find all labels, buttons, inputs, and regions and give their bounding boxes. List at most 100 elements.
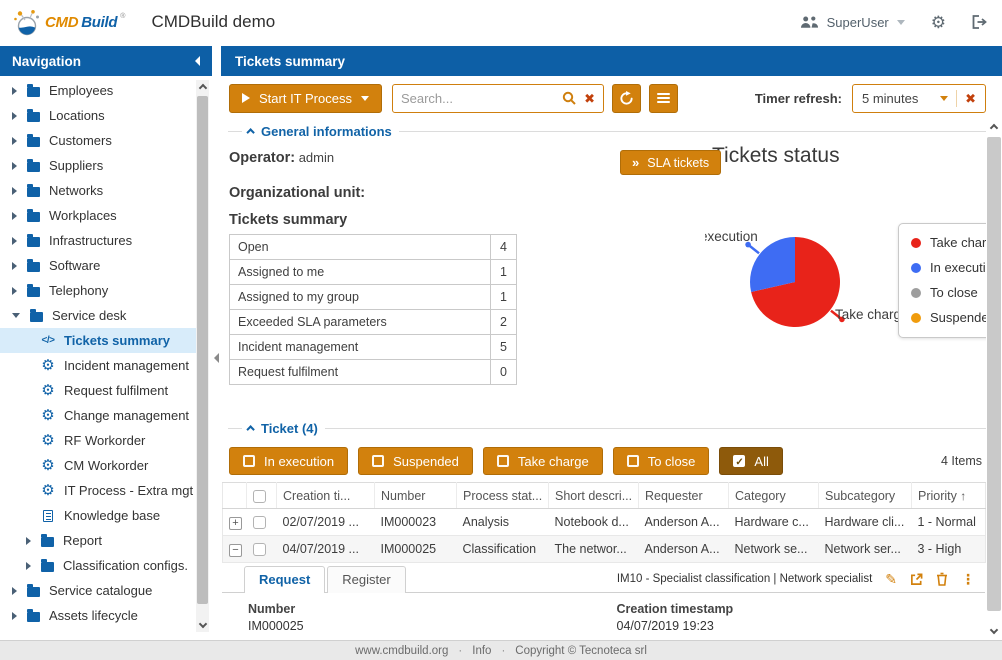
operator-value: admin xyxy=(299,150,334,165)
sidebar-item-request-fulfilment[interactable]: ⚙Request fulfilment xyxy=(0,378,196,403)
summary-row-open[interactable]: Open4 xyxy=(230,235,517,260)
start-process-button[interactable]: Start IT Process xyxy=(229,84,382,113)
sidebar-item-tickets-summary[interactable]: </>Tickets summary xyxy=(0,328,196,353)
summary-row-request-fulfilment[interactable]: Request fulfilment0 xyxy=(230,360,517,385)
sla-tickets-button[interactable]: » SLA tickets xyxy=(620,150,721,175)
app-title: CMDBuild demo xyxy=(151,12,275,32)
checkbox-icon xyxy=(243,455,255,467)
delete-trash-icon[interactable] xyxy=(936,572,948,586)
column-header-priority[interactable]: Priority ↑ xyxy=(912,483,986,509)
sidebar-item-report[interactable]: Report xyxy=(0,528,196,553)
column-header-number[interactable]: Number xyxy=(375,483,457,509)
summary-row-incident-management[interactable]: Incident management5 xyxy=(230,335,517,360)
table-cell: IM000023 xyxy=(375,509,457,536)
filter-button-to-close[interactable]: To close xyxy=(613,447,710,475)
checkbox-icon xyxy=(497,455,509,467)
menu-button[interactable] xyxy=(649,84,678,113)
general-info-legend[interactable]: General informations xyxy=(242,124,399,138)
sidebar-resize-divider[interactable] xyxy=(212,76,221,640)
search-icon[interactable] xyxy=(562,91,576,105)
sidebar-item-it-process-extra-mgt[interactable]: ⚙IT Process - Extra mgt xyxy=(0,478,196,503)
collapse-left-icon[interactable] xyxy=(195,56,200,66)
sidebar-collapse-handle-icon[interactable] xyxy=(214,353,219,363)
sidebar-item-software[interactable]: Software xyxy=(0,253,196,278)
sidebar-item-customers[interactable]: Customers xyxy=(0,128,196,153)
sidebar-item-cm-workorder[interactable]: ⚙CM Workorder xyxy=(0,453,196,478)
filter-button-take-charge[interactable]: Take charge xyxy=(483,447,603,475)
sidebar-item-service-catalogue[interactable]: Service catalogue xyxy=(0,578,196,603)
scroll-up-icon[interactable] xyxy=(198,84,206,92)
filter-button-in-execution[interactable]: In execution xyxy=(229,447,348,475)
sidebar-item-networks[interactable]: Networks xyxy=(0,178,196,203)
caret-right-icon xyxy=(26,562,31,570)
column-header-process-stat[interactable]: Process stat... xyxy=(457,483,549,509)
edit-pencil-icon[interactable]: ✎ xyxy=(885,572,897,586)
row-checkbox[interactable] xyxy=(253,543,266,556)
filter-button-suspended[interactable]: Suspended xyxy=(358,447,473,475)
sidebar-item-knowledge-base[interactable]: Knowledge base xyxy=(0,503,196,528)
sidebar-item-locations[interactable]: Locations xyxy=(0,103,196,128)
content-scrollbar[interactable] xyxy=(986,120,1002,638)
caret-right-icon xyxy=(26,537,31,545)
table-row[interactable]: +02/07/2019 ...IM000023AnalysisNotebook … xyxy=(223,509,986,536)
scroll-down-icon[interactable] xyxy=(990,626,998,634)
column-header-category[interactable]: Category xyxy=(729,483,819,509)
settings-gear-icon[interactable]: ⚙ xyxy=(931,14,946,31)
tab-register[interactable]: Register xyxy=(327,566,405,593)
sidebar-item-employees[interactable]: Employees xyxy=(0,78,196,103)
tab-request[interactable]: Request xyxy=(244,566,325,593)
filter-button-all[interactable]: ✓All xyxy=(719,447,782,475)
sidebar-item-assets-lifecycle[interactable]: Assets lifecycle xyxy=(0,603,196,628)
content-scrollbar-thumb[interactable] xyxy=(987,137,1001,611)
row-checkbox[interactable] xyxy=(253,516,266,529)
table-row[interactable]: −04/07/2019 ...IM000025ClassificationThe… xyxy=(223,536,986,563)
search-input[interactable] xyxy=(401,91,554,106)
clear-search-icon[interactable]: ✖ xyxy=(584,92,595,105)
column-header-short-descri[interactable]: Short descri... xyxy=(549,483,639,509)
scroll-up-icon[interactable] xyxy=(990,124,998,132)
kebab-menu-icon[interactable]: ⋮ xyxy=(961,572,975,586)
column-header-subcategory[interactable]: Subcategory xyxy=(819,483,912,509)
open-external-icon[interactable] xyxy=(910,573,923,586)
clear-timer-icon[interactable]: ✖ xyxy=(965,92,976,105)
folder-icon xyxy=(25,108,41,124)
column-header-creation-ti[interactable]: Creation ti... xyxy=(277,483,375,509)
logout-icon[interactable] xyxy=(972,15,988,29)
refresh-button[interactable] xyxy=(612,84,641,113)
ticket-legend[interactable]: Ticket (4) xyxy=(242,421,325,435)
sidebar-item-change-management[interactable]: ⚙Change management xyxy=(0,403,196,428)
sidebar-item-incident-management[interactable]: ⚙Incident management xyxy=(0,353,196,378)
caret-right-icon xyxy=(12,287,17,295)
timer-refresh-select[interactable]: 5 minutes ✖ xyxy=(852,84,986,113)
sidebar-item-label: Customers xyxy=(49,133,112,148)
user-menu[interactable]: SuperUser xyxy=(800,15,905,30)
column-header-requester[interactable]: Requester xyxy=(639,483,729,509)
table-cell: Network se... xyxy=(729,536,819,563)
table-cell: Anderson A... xyxy=(639,536,729,563)
sidebar-item-suppliers[interactable]: Suppliers xyxy=(0,153,196,178)
select-all-checkbox[interactable] xyxy=(253,490,266,503)
scroll-down-icon[interactable] xyxy=(198,620,206,628)
summary-row-assigned-to-my-group[interactable]: Assigned to my group1 xyxy=(230,285,517,310)
sidebar-item-workplaces[interactable]: Workplaces xyxy=(0,203,196,228)
cmdbuild-logo[interactable]: CMDBuild® xyxy=(12,7,125,37)
expand-cell: − xyxy=(223,536,247,563)
summary-row-exceeded-sla-parameters[interactable]: Exceeded SLA parameters2 xyxy=(230,310,517,335)
sidebar-item-telephony[interactable]: Telephony xyxy=(0,278,196,303)
row-expand-icon[interactable]: + xyxy=(229,517,242,530)
sidebar-item-infrastructures[interactable]: Infrastructures xyxy=(0,228,196,253)
sidebar-scrollbar[interactable] xyxy=(196,80,209,632)
row-collapse-icon[interactable]: − xyxy=(229,544,242,557)
sidebar-scrollbar-thumb[interactable] xyxy=(197,96,208,604)
sidebar-item-classification-configs[interactable]: Classification configs. xyxy=(0,553,196,578)
footer-link-www-cmdbuild-org[interactable]: www.cmdbuild.org xyxy=(355,645,448,657)
footer-link-info[interactable]: Info xyxy=(472,645,491,657)
summary-row-assigned-to-me[interactable]: Assigned to me1 xyxy=(230,260,517,285)
collapse-up-icon[interactable] xyxy=(246,425,254,433)
collapse-up-icon[interactable] xyxy=(246,128,254,136)
select-caret-icon[interactable] xyxy=(940,96,948,101)
detail-fields: NumberIM000025Creation timestamp04/07/20… xyxy=(222,593,985,640)
sidebar-item-service-desk[interactable]: Service desk xyxy=(0,303,196,328)
sidebar-item-rf-workorder[interactable]: ⚙RF Workorder xyxy=(0,428,196,453)
ticket-detail-panel: RequestRegister IM10 - Specialist classi… xyxy=(222,563,985,640)
